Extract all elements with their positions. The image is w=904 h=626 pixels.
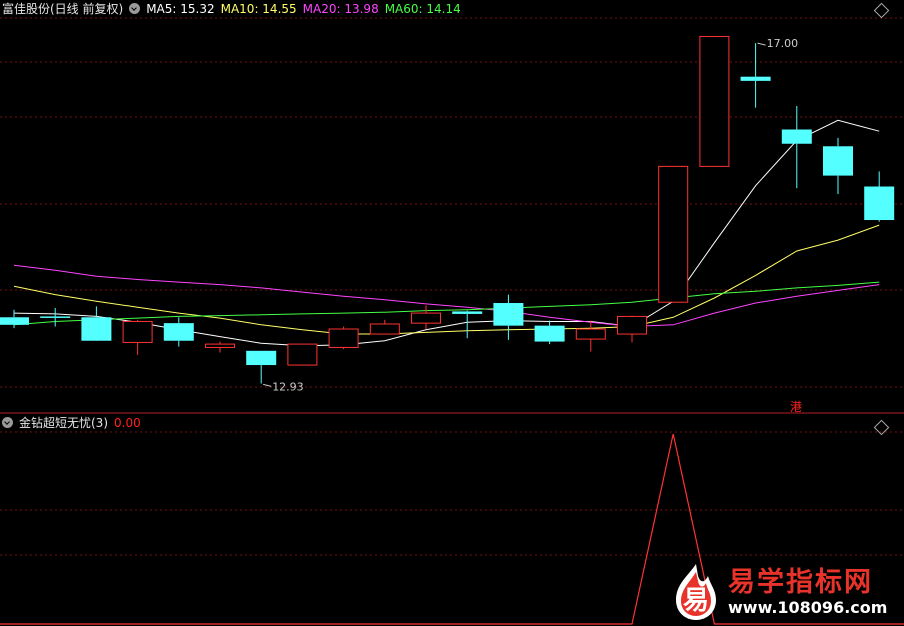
candle-body-down <box>0 317 29 325</box>
candle-body-up <box>287 343 318 366</box>
annotation-label-low: 12.93 <box>272 380 304 393</box>
candle-body-up <box>328 328 359 348</box>
indicator-name: 金钻超短无忧(3) <box>19 416 108 430</box>
candle[interactable] <box>122 319 153 355</box>
ma10-label: MA10: 14.55 <box>220 2 297 16</box>
candle-body-down <box>781 129 812 144</box>
candle[interactable] <box>534 320 565 345</box>
candle-body-down <box>740 76 771 81</box>
candle[interactable] <box>0 309 29 329</box>
candle-body-up <box>617 315 647 335</box>
ma-line-ma60 <box>13 281 880 326</box>
price-grid <box>0 17 904 556</box>
candle[interactable] <box>246 350 277 384</box>
watermark-url: www.108096.com <box>728 598 888 617</box>
stock-title: 富佳股份(日线 前复权) <box>2 2 124 16</box>
candle[interactable] <box>369 319 400 335</box>
candle[interactable] <box>81 306 112 341</box>
candle[interactable] <box>740 43 771 108</box>
ma-line-ma5 <box>13 119 880 347</box>
annotation-arrow <box>757 42 766 46</box>
kline-chart-canvas[interactable]: 17.00 12.93 <box>0 0 904 626</box>
candle-body-up <box>205 343 235 348</box>
candle[interactable] <box>328 326 359 350</box>
candle[interactable] <box>575 320 606 352</box>
candle-body-down <box>823 146 853 176</box>
candle[interactable] <box>699 35 730 167</box>
indicator-dropdown-icon[interactable] <box>2 417 13 428</box>
ma-line-ma20 <box>13 264 880 328</box>
candle-body-down <box>534 325 565 342</box>
annotation-label-high: 17.00 <box>767 37 799 50</box>
main-chart-header: 富佳股份(日线 前复权) MA5: 15.32 MA10: 14.55 MA20: 1… <box>2 1 467 17</box>
candle-body-up <box>369 323 400 335</box>
annotation-arrow <box>263 383 272 387</box>
hk-connect-badge: 港 <box>790 400 803 414</box>
candle[interactable] <box>781 106 812 189</box>
dropdown-icon[interactable] <box>129 3 141 14</box>
ma20-label: MA20: 13.98 <box>302 2 379 16</box>
indicator-header: 金钻超短无忧(3) 0.00 <box>2 415 147 431</box>
candle[interactable] <box>287 343 318 366</box>
candle-body-down <box>246 350 277 366</box>
candle-body-down <box>493 303 524 326</box>
candle[interactable] <box>864 171 895 222</box>
candle-body-up <box>699 35 730 167</box>
candle-body-down <box>163 323 194 341</box>
candle-body-down <box>864 186 895 221</box>
candle[interactable] <box>658 165 689 303</box>
candle[interactable] <box>163 317 194 347</box>
candle[interactable] <box>823 137 853 195</box>
candle-body-down <box>452 311 483 314</box>
ma5-label: MA5: 15.32 <box>146 2 215 16</box>
candle[interactable] <box>617 315 647 343</box>
candle-body-up <box>411 312 441 324</box>
candle[interactable] <box>205 341 235 353</box>
candle[interactable] <box>493 294 524 340</box>
moving-average-lines <box>13 119 880 347</box>
candle[interactable] <box>40 308 71 327</box>
candle-body-up <box>658 165 689 303</box>
candle-body-down <box>40 316 71 318</box>
candle-body-down <box>81 317 112 341</box>
candle[interactable] <box>411 305 441 330</box>
indicator-value: 0.00 <box>114 416 141 430</box>
candle-body-up <box>575 328 606 340</box>
watermark: 易 易学指标网 www.108096.com <box>664 558 904 626</box>
watermark-title: 易学指标网 <box>728 567 873 598</box>
watermark-logo-char: 易 <box>683 586 710 616</box>
ma60-label: MA60: 14.14 <box>384 2 461 16</box>
candle-body-up <box>122 320 153 343</box>
